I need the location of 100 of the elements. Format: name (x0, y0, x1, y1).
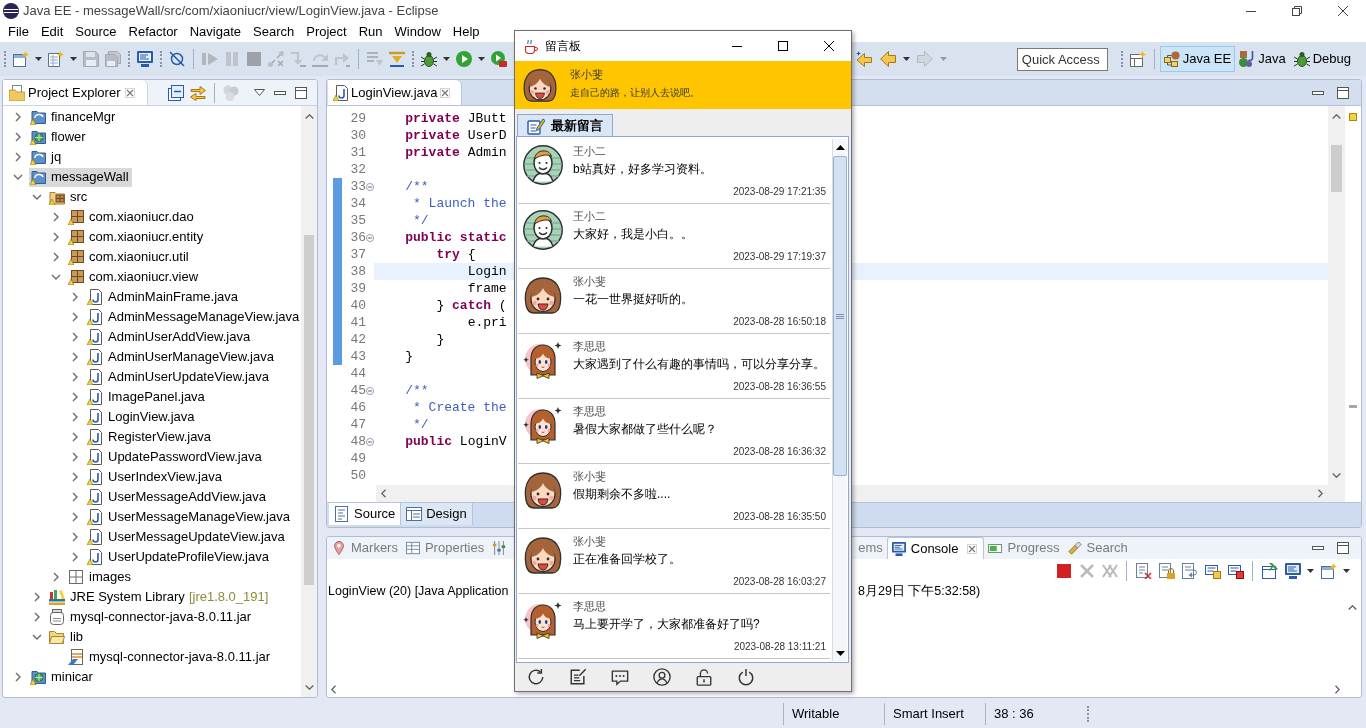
editor-tab[interactable]: LoginView.java (328, 80, 462, 105)
menu-item[interactable]: Search (247, 22, 301, 42)
chevron-right-icon[interactable] (72, 352, 78, 362)
scrollbar-thumb[interactable] (1331, 145, 1342, 192)
chevron-right-icon[interactable] (15, 112, 21, 122)
chevron-right-icon[interactable] (72, 292, 78, 302)
tree-item[interactable]: LoginView.java (86, 407, 198, 427)
menu-item[interactable]: Refactor (122, 22, 184, 42)
close-button[interactable] (438, 85, 452, 100)
chevron-right-icon[interactable] (72, 512, 78, 522)
chevron-right-icon[interactable] (53, 572, 59, 582)
chevron-right-icon[interactable] (53, 232, 59, 242)
scrollbar-thumb[interactable] (304, 235, 314, 585)
toolbar-button[interactable] (488, 48, 510, 70)
tree-item[interactable]: UserMessageUpdateView.java (86, 527, 288, 547)
chevron-right-icon[interactable] (72, 332, 78, 342)
tab[interactable]: Markers (328, 537, 402, 559)
perspective-button[interactable]: Java (1235, 46, 1290, 72)
menu-item[interactable]: File (2, 22, 35, 42)
menu-item[interactable]: Window (388, 22, 447, 42)
chevron-right-icon[interactable] (72, 492, 78, 502)
chevron-down-icon[interactable] (13, 174, 23, 180)
chevron-right-icon[interactable] (72, 392, 78, 402)
tree-item[interactable]: flower (29, 127, 89, 147)
toolbar-button[interactable] (45, 48, 67, 70)
tree-item[interactable]: messageWall (29, 167, 132, 187)
chevron-right-icon[interactable] (53, 252, 59, 262)
chevron-right-icon[interactable] (72, 412, 78, 422)
tree-item[interactable]: AdminMainFrame.java (86, 287, 242, 307)
chevron-right-icon[interactable] (72, 372, 78, 382)
menu-item[interactable]: Source (69, 22, 123, 42)
chevron-right-icon[interactable] (15, 672, 21, 682)
perspective-button[interactable]: Debug (1289, 46, 1355, 72)
tree-item[interactable]: images (67, 567, 134, 587)
chevron-right-icon[interactable] (72, 452, 78, 462)
tree-item[interactable]: mysql-connector-java-8.0.11.jar (48, 607, 255, 627)
tree-item[interactable]: jq (29, 147, 65, 167)
perspective-button[interactable]: Java EE (1159, 46, 1236, 72)
chevron-right-icon[interactable] (15, 152, 21, 162)
chevron-left-icon[interactable] (381, 489, 386, 498)
tree-item[interactable]: AdminUserAddView.java (86, 327, 254, 347)
chevron-right-icon[interactable] (72, 312, 78, 322)
tree-item[interactable]: minicar (29, 667, 96, 687)
tab[interactable]: 最新留言 (517, 114, 613, 136)
chevron-right-icon[interactable] (72, 552, 78, 562)
tree-item[interactable]: AdminUserManageView.java (86, 347, 277, 367)
tab[interactable]: Properties (401, 537, 489, 559)
chevron-up-icon[interactable] (1332, 113, 1341, 119)
tree-item[interactable]: UserUpdateProfileView.java (86, 547, 272, 567)
tree-item[interactable]: AdminUserUpdateView.java (86, 367, 272, 387)
tree-item[interactable]: JRE System Library [jre1.8.0_191] (48, 587, 272, 607)
tree-item[interactable]: ImagePanel.java (86, 387, 208, 407)
tree-item[interactable]: lib (48, 627, 86, 647)
chevron-left-icon[interactable] (331, 684, 336, 694)
toolbar-button[interactable] (134, 48, 156, 70)
chevron-down-icon[interactable] (32, 194, 42, 200)
chevron-right-icon[interactable] (34, 612, 40, 622)
tree-item[interactable]: AdminMessageManageView.java (86, 307, 301, 327)
menu-item[interactable]: Project (300, 22, 353, 42)
tab[interactable]: ems (854, 537, 887, 559)
chevron-down-icon[interactable] (32, 634, 42, 640)
tree-item[interactable]: com.xiaoniucr.entity (67, 227, 207, 247)
close-button[interactable] (965, 541, 980, 556)
tree-item[interactable]: com.xiaoniucr.dao (67, 207, 197, 227)
chevron-down-icon[interactable] (304, 684, 314, 690)
chevron-right-icon[interactable] (1335, 684, 1340, 694)
menu-item[interactable]: Navigate (183, 22, 247, 42)
tab[interactable]: Progress (984, 537, 1064, 559)
quick-access-field[interactable]: Quick Access (1016, 47, 1108, 71)
chevron-down-icon[interactable] (51, 274, 61, 280)
chevron-right-icon[interactable] (1318, 489, 1323, 498)
chevron-right-icon[interactable] (72, 432, 78, 442)
tree-item[interactable]: UserMessageManageView.java (86, 507, 293, 527)
view-tab[interactable]: Project Explorer (3, 80, 148, 105)
tree-item[interactable]: UserMessageAddView.java (86, 487, 269, 507)
tab[interactable]: Console (886, 537, 985, 559)
tree-item[interactable]: financeMgr (29, 107, 119, 127)
tree-item[interactable]: com.xiaoniucr.util (67, 247, 192, 267)
chevron-right-icon[interactable] (34, 592, 40, 602)
tree-item[interactable]: src (48, 187, 91, 207)
menu-item[interactable]: Help (446, 22, 486, 42)
chevron-down-icon[interactable] (1332, 472, 1341, 478)
tab[interactable]: Design (401, 503, 473, 525)
tree-item[interactable]: mysql-connector-java-8.0.11.jar (67, 647, 274, 667)
chevron-up-icon[interactable] (304, 113, 314, 119)
tab[interactable]: Search (1063, 537, 1132, 559)
chevron-right-icon[interactable] (72, 532, 78, 542)
tree-item[interactable]: UpdatePasswordView.java (86, 447, 265, 467)
tab[interactable]: Source (329, 503, 402, 525)
tree-item[interactable]: RegisterView.java (86, 427, 215, 447)
close-button[interactable] (123, 85, 137, 100)
menu-item[interactable]: Run (352, 22, 389, 42)
tree-item[interactable]: UserIndexView.java (86, 467, 225, 487)
toolbar-button[interactable] (10, 48, 32, 70)
chevron-up-icon[interactable] (1348, 605, 1357, 610)
chevron-right-icon[interactable] (15, 132, 21, 142)
menu-item[interactable]: Edit (34, 22, 70, 42)
chevron-right-icon[interactable] (53, 212, 59, 222)
tree-item[interactable]: com.xiaoniucr.view (67, 267, 202, 287)
scrollbar-thumb[interactable] (833, 156, 847, 476)
